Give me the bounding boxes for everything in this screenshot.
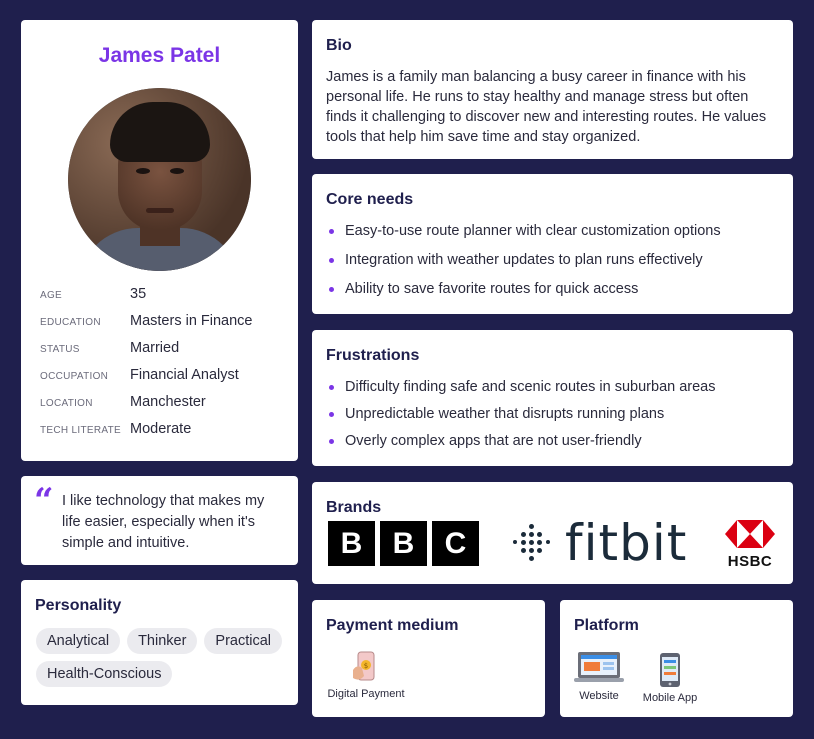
mobile-app-item: Mobile App (638, 652, 702, 704)
personality-tag: Analytical (36, 628, 121, 654)
fitbit-logo: fitbit (513, 518, 687, 568)
list-item: Easy-to-use route planner with clear cus… (326, 221, 721, 250)
fact-value: 35 (130, 286, 147, 302)
persona-name: James Patel (98, 44, 221, 67)
fact-label: OCCUPATION (40, 371, 109, 382)
fitbit-dots-icon (513, 524, 551, 562)
bbc-letter: B (328, 521, 375, 566)
bbc-logo: B B C (328, 521, 479, 566)
core-needs-card: Core needs Easy-to-use route planner wit… (312, 174, 793, 314)
platform-label: Mobile App (642, 692, 698, 704)
bio-title: Bio (326, 37, 352, 54)
brands-title: Brands (326, 499, 382, 516)
platform-card: Platform Website Mobile App (560, 600, 793, 717)
frustrations-card: Frustrations Difficulty finding safe and… (312, 330, 793, 466)
quote-card: “ I like technology that makes my life e… (21, 476, 298, 565)
personality-tag: Thinker (127, 628, 198, 654)
bio-text: James is a family man balancing a busy c… (326, 69, 767, 145)
profile-facts: AGE 35 EDUCATION Masters in Finance STAT… (40, 286, 253, 448)
profile-card: James Patel AGE 35 EDUCATION Masters in … (21, 20, 298, 461)
fact-education: EDUCATION Masters in Finance (40, 313, 253, 340)
fact-value: Moderate (130, 421, 192, 437)
payment-card: Payment medium $ Digital Payment (312, 600, 545, 717)
fitbit-wordmark: fitbit (565, 514, 688, 572)
avatar (68, 88, 251, 271)
hsbc-logo: HSBC (724, 520, 776, 570)
smartphone-icon (660, 653, 680, 687)
frustrations-list: Difficulty finding safe and scenic route… (326, 377, 716, 458)
fact-value: Manchester (130, 394, 206, 410)
list-item: Integration with weather updates to plan… (326, 250, 721, 279)
list-item: Overly complex apps that are not user-fr… (326, 431, 716, 458)
fact-label: AGE (40, 290, 63, 301)
list-item: Unpredictable weather that disrupts runn… (326, 404, 716, 431)
digital-payment-item: $ Digital Payment (326, 650, 406, 700)
platform-label: Website (579, 690, 619, 702)
fact-status: STATUS Married (40, 340, 253, 367)
hsbc-hexagon-icon (725, 520, 775, 548)
fact-value: Financial Analyst (130, 367, 239, 383)
fact-value: Masters in Finance (130, 313, 253, 329)
personality-card: Personality Analytical Thinker Practical… (21, 580, 298, 705)
quote-icon: “ (34, 481, 54, 521)
laptop-icon (574, 652, 624, 682)
core-needs-list: Easy-to-use route planner with clear cus… (326, 221, 721, 308)
bbc-letter: C (432, 521, 479, 566)
personality-title: Personality (35, 597, 122, 614)
brands-card: Brands B B C fitbit HSBC (312, 482, 793, 584)
platform-title: Platform (574, 617, 639, 634)
fact-tech-literate: TECH LITERATE Moderate (40, 421, 253, 448)
quote-text: I like technology that makes my life eas… (62, 493, 265, 551)
fact-occupation: OCCUPATION Financial Analyst (40, 367, 253, 394)
frustrations-title: Frustrations (326, 347, 420, 364)
core-needs-title: Core needs (326, 191, 414, 208)
payment-title: Payment medium (326, 617, 459, 634)
personality-tags: Analytical Thinker Practical Health-Cons… (36, 628, 291, 687)
personality-tag: Practical (204, 628, 283, 654)
svg-text:$: $ (364, 662, 368, 670)
website-item: Website (573, 650, 625, 702)
bio-card: Bio James is a family man balancing a bu… (312, 20, 793, 159)
fact-label: LOCATION (40, 398, 93, 409)
personality-tag: Health-Conscious (36, 661, 173, 687)
list-item: Difficulty finding safe and scenic route… (326, 377, 716, 404)
fact-age: AGE 35 (40, 286, 253, 313)
payment-label: Digital Payment (327, 688, 405, 700)
fact-location: LOCATION Manchester (40, 394, 253, 421)
phone-payment-icon: $ (353, 651, 375, 681)
fact-label: EDUCATION (40, 317, 101, 328)
list-item: Ability to save favorite routes for quic… (326, 279, 721, 308)
fact-value: Married (130, 340, 180, 356)
hsbc-wordmark: HSBC (727, 553, 773, 570)
bbc-letter: B (380, 521, 427, 566)
fact-label: STATUS (40, 344, 80, 355)
fact-label: TECH LITERATE (40, 425, 121, 436)
